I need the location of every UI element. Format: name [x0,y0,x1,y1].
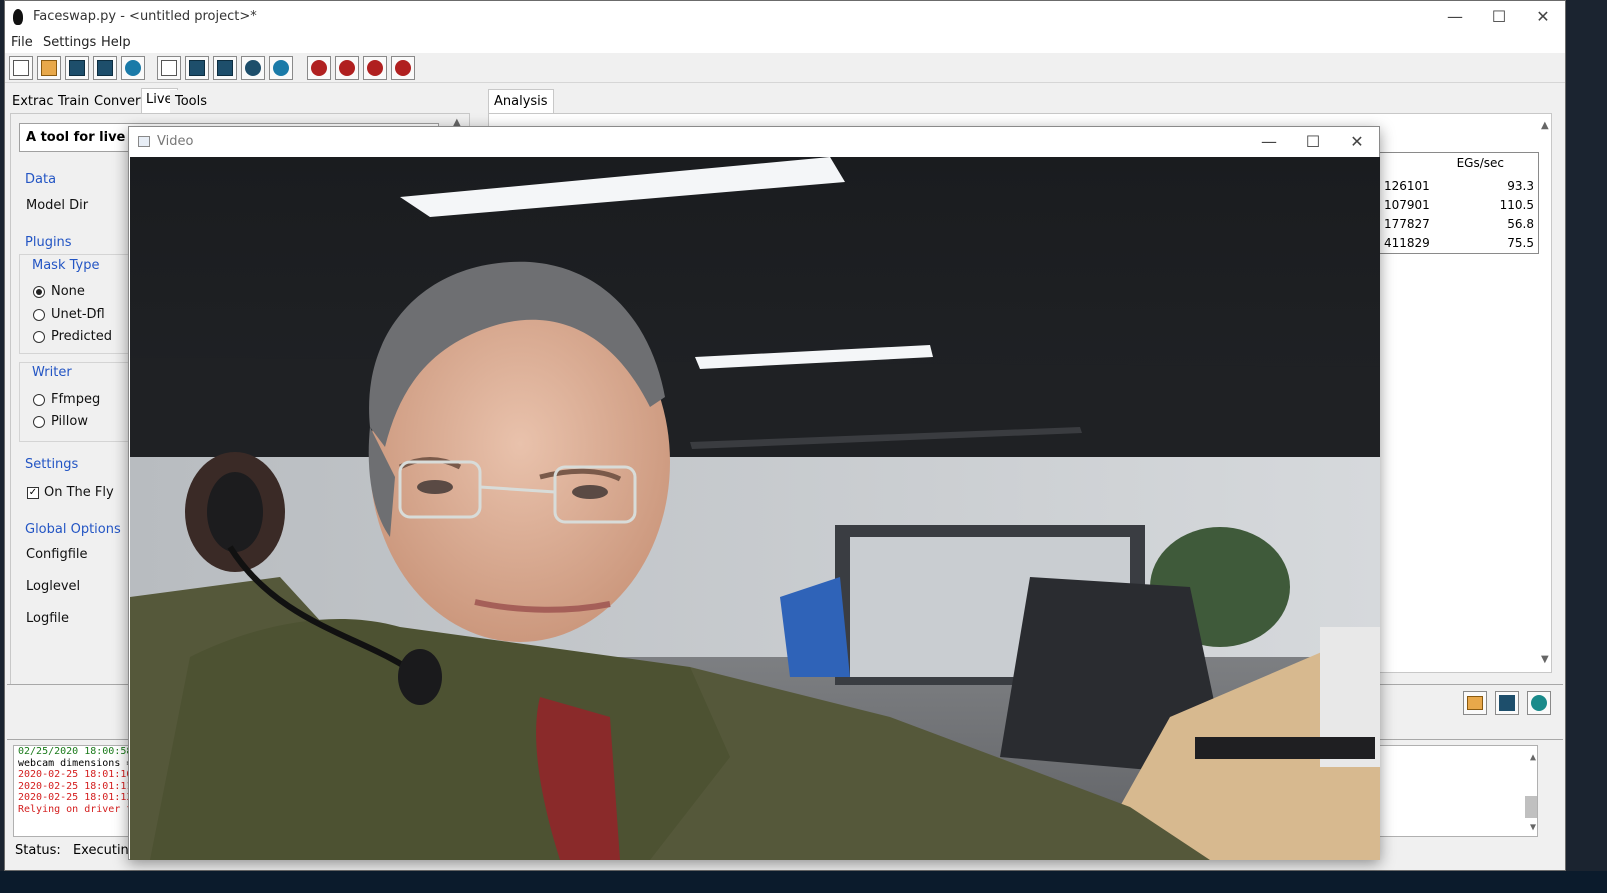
table-cell: 411829 [1384,236,1430,250]
github-button[interactable] [363,56,387,80]
title-bar: Faceswap.py - <untitled project>* — ☐ ✕ [5,1,1565,33]
menu-bar: File Settings Help [5,33,1565,53]
save-as-project-button[interactable] [93,56,117,80]
egs-per-sec-header: EGs/sec [1456,156,1504,170]
on-the-fly-label: On The Fly [44,485,114,500]
video-close-button[interactable]: ✕ [1337,131,1377,153]
new-task-icon [161,60,177,76]
section-settings: Settings [25,457,79,472]
save-project-icon [69,60,85,76]
menu-file[interactable]: File [11,35,33,50]
radio-writer-ffmpeg[interactable] [33,394,45,406]
save-as-task-icon [217,60,233,76]
mask-none-label: None [51,284,85,299]
mask-type-label: Mask Type [32,258,100,273]
chevron-up-icon[interactable]: ▲ [1541,120,1549,131]
reload-project-icon [125,60,141,76]
new-task-button[interactable] [157,56,181,80]
writer-ffmpeg-label: Ffmpeg [51,392,101,407]
clear-task-icon [245,60,261,76]
github-icon [367,60,383,76]
menu-help[interactable]: Help [101,35,131,50]
model-dir-label: Model Dir [26,198,89,213]
radio-mask-predicted[interactable] [33,331,45,343]
donate-button[interactable] [307,56,331,80]
video-window-title: Video [157,134,194,149]
video-window-icon [138,136,150,147]
save-session-button[interactable] [1495,691,1519,715]
save-task-button[interactable] [185,56,209,80]
chevron-down-icon[interactable]: ▼ [1526,822,1536,834]
mask-predicted-label: Predicted [51,329,113,344]
open-project-icon [41,60,57,76]
load-session-button[interactable] [1463,691,1487,715]
table-cell: 126101 [1384,179,1430,193]
chevron-up-icon[interactable]: ▲ [1526,752,1536,764]
radio-mask-none[interactable] [33,286,45,298]
table-cell: 56.8 [1507,217,1534,231]
table-cell: 93.3 [1507,179,1534,193]
logfile-label: Logfile [26,611,70,626]
console-scrollbar-thumb[interactable] [1525,796,1537,818]
on-the-fly-checkbox[interactable]: ✓ [27,487,39,499]
tab-analysis[interactable]: Analysis [488,89,554,113]
save-task-icon [189,60,205,76]
patreon-button[interactable] [335,56,359,80]
save-as-project-icon [97,60,113,76]
donate-icon [311,60,327,76]
section-data: Data [25,172,57,187]
close-icon [1531,695,1547,711]
os-taskbar [0,871,1607,893]
new-project-button[interactable] [9,56,33,80]
save-as-task-button[interactable] [213,56,237,80]
maximize-button[interactable]: ☐ [1479,5,1519,29]
video-window[interactable]: Video — ☐ ✕ [128,126,1380,860]
radio-writer-pillow[interactable] [33,416,45,428]
webcam-scene-image [130,157,1380,860]
minimize-button[interactable]: — [1435,5,1475,29]
loglevel-label: Loglevel [26,579,81,594]
stats-table: EGs/sec 126101 93.3 107901 110.5 177827 … [1379,152,1539,254]
reload-task-button[interactable] [269,56,293,80]
save-icon [1499,695,1515,711]
clear-session-button[interactable] [1527,691,1551,715]
mask-unet-dfl-label: Unet-Dfl [51,307,105,322]
folder-icon [1467,696,1483,710]
chevron-down-icon[interactable]: ▼ [1541,654,1549,665]
reload-task-icon [273,60,289,76]
clear-task-button[interactable] [241,56,265,80]
settings-button[interactable] [391,56,415,80]
toolbar [5,53,1565,83]
status-label: Status: [15,843,61,858]
new-project-icon [13,60,29,76]
webcam-video-frame [130,157,1380,860]
table-cell: 177827 [1384,217,1430,231]
section-global-options: Global Options [25,522,121,537]
section-plugins: Plugins [25,235,72,250]
writer-label: Writer [32,365,72,380]
open-project-button[interactable] [37,56,61,80]
save-project-button[interactable] [65,56,89,80]
settings-icon [395,60,411,76]
tab-tools[interactable]: Tools [170,90,213,113]
configfile-label: Configfile [26,547,88,562]
reload-project-button[interactable] [121,56,145,80]
video-maximize-button[interactable]: ☐ [1293,131,1333,153]
window-title: Faceswap.py - <untitled project>* [33,9,257,24]
close-button[interactable]: ✕ [1523,5,1563,29]
table-cell: 107901 [1384,198,1430,212]
menu-settings[interactable]: Settings [43,35,96,50]
table-cell: 75.5 [1507,236,1534,250]
patreon-icon [339,60,355,76]
faceswap-app-icon [13,9,23,25]
table-cell: 110.5 [1499,198,1534,212]
radio-mask-unet-dfl[interactable] [33,309,45,321]
writer-pillow-label: Pillow [51,414,88,429]
video-minimize-button[interactable]: — [1249,131,1289,153]
